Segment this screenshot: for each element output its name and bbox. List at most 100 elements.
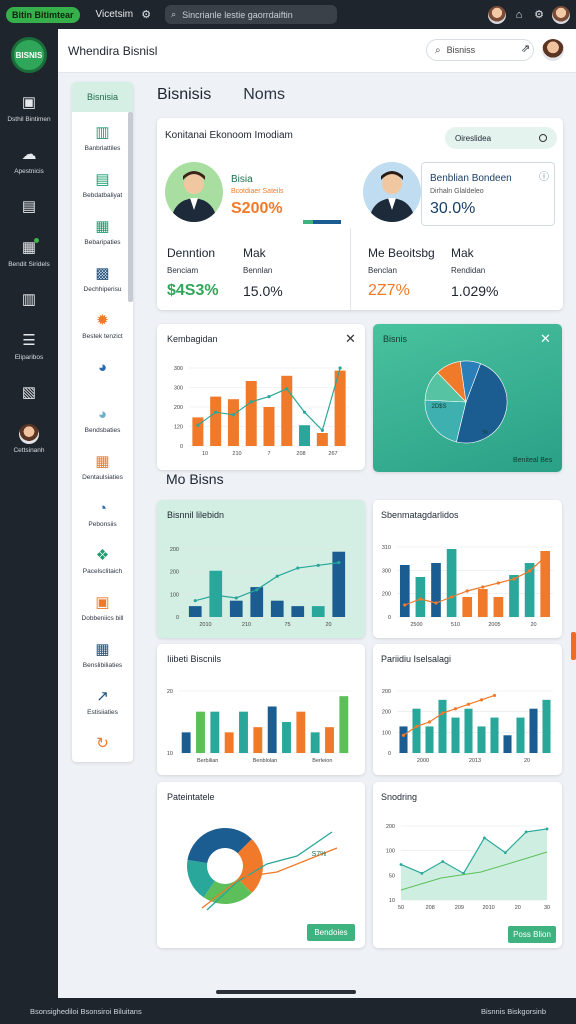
x-tick-label: 2000 xyxy=(417,758,429,764)
topbar-avatar[interactable] xyxy=(488,5,506,24)
person-name-left: Bisia xyxy=(231,174,253,185)
chart-card-pateintatele: Pateintatele S7% Bendoies xyxy=(157,782,365,948)
sidebar-item-folder[interactable]: ▤ xyxy=(0,197,58,216)
bar xyxy=(245,381,257,446)
kpi-toggle[interactable]: Oireslidea xyxy=(445,127,557,149)
iiibeti-chart: 20 10 Berbilian Benblolan Berleion xyxy=(167,689,351,764)
subnav-item-2[interactable]: ▦ Bebaripaties xyxy=(72,206,133,253)
subnav-item-12[interactable]: ↗ Estisiiaties xyxy=(72,676,133,723)
refresh-icon: ↻ xyxy=(96,735,109,752)
subnav-item-label: Pebonsiis xyxy=(88,521,117,528)
trend-icon: ↗ xyxy=(96,688,109,705)
radio-icon xyxy=(539,134,547,142)
poss-blion-button[interactable]: Poss Blion xyxy=(508,926,556,943)
info-icon[interactable]: ⓘ xyxy=(539,168,549,183)
x-tick-label: 50 xyxy=(398,905,404,911)
bar xyxy=(227,399,239,446)
line-point xyxy=(275,574,279,578)
snodring-chart: 200100501050 208 209 2010 20 30 xyxy=(386,824,550,911)
subnav-item-0[interactable]: ▥ Banbrlattiles xyxy=(72,112,133,159)
subnav-scrollbar[interactable] xyxy=(128,112,133,302)
sidebar-item-chat[interactable]: ☰ Eliparibos xyxy=(0,331,58,361)
sidebar-item-label: Cettsinanh xyxy=(13,447,45,454)
line-point xyxy=(434,601,438,605)
y-tick-label: 0 xyxy=(180,444,183,450)
header-search[interactable]: ⌕ Bisniss xyxy=(426,39,534,61)
briefcase-icon: ▣ xyxy=(95,594,110,611)
bar xyxy=(399,565,410,617)
area-point xyxy=(503,851,507,855)
pie-label: % xyxy=(482,430,488,436)
subnav-item-label: Dechhiperisu xyxy=(83,286,122,293)
app-name-pill[interactable]: Bitin Bitimtear xyxy=(6,6,80,23)
settings-icon[interactable]: ⚙ xyxy=(532,8,546,21)
subnav-item-5[interactable]: ◕ xyxy=(72,347,133,394)
topbar-search[interactable]: ⌕ Sincrianle lestie gaorrdaiftin xyxy=(165,5,338,24)
subnav-item-4[interactable]: ✹ Bestek tenzict xyxy=(72,300,133,347)
footer-right-text: Bisnnis Biskgorsinb xyxy=(480,1006,546,1016)
bar xyxy=(267,706,277,753)
bar xyxy=(181,732,191,753)
y-tick-label: 300 xyxy=(174,366,183,372)
document-icon: ▦ xyxy=(21,239,37,256)
line-point xyxy=(479,698,484,702)
line-point xyxy=(249,400,253,404)
horizontal-scrollbar[interactable] xyxy=(216,990,356,994)
sidebar-item-user[interactable]: Cettsinanh xyxy=(0,424,58,454)
tab-noms[interactable]: Noms xyxy=(243,86,285,104)
subnav-item-8[interactable]: ◔ Pebonsiis xyxy=(72,488,133,535)
bar xyxy=(291,606,305,617)
x-tick-label: 2013 xyxy=(469,758,481,764)
chart-annotation: S7% xyxy=(312,851,327,858)
x-tick-label: 20 xyxy=(524,758,530,764)
subnav-item-label: Benslibiliaties xyxy=(82,662,123,669)
home-icon[interactable]: ⌂ xyxy=(512,9,526,21)
bisnis-pie-chart: 2D$S% xyxy=(424,360,508,444)
line-point xyxy=(234,596,238,600)
subnav-item-3[interactable]: ▩ Dechhiperisu xyxy=(72,253,133,300)
bar xyxy=(310,732,320,753)
app-logo[interactable]: BISNIS xyxy=(11,37,47,73)
sidebar-item-cloud[interactable]: ☁ Apestnicis xyxy=(0,145,58,175)
subnav-item-10[interactable]: ▣ Dobbeniics bill xyxy=(72,582,133,629)
subnav-item-9[interactable]: ❖ Pacelsclitaich xyxy=(72,535,133,582)
sidebar-item-documents[interactable]: ▦ Bendit Siridels xyxy=(0,238,58,268)
header-avatar[interactable] xyxy=(542,39,564,61)
tab-bisnisis[interactable]: Bisnisis xyxy=(157,86,211,104)
bendoies-button[interactable]: Bendoies xyxy=(307,924,355,941)
line-point xyxy=(403,603,407,607)
subnav-item-7[interactable]: ▦ Dentaulsiaties xyxy=(72,441,133,488)
bar xyxy=(516,717,525,753)
bar xyxy=(477,589,488,617)
y-tick-label: 200 xyxy=(382,710,391,716)
sidebar-item-dashboard[interactable]: ▣ Dsthil Bintimen xyxy=(0,93,58,123)
x-tick-label: 210 xyxy=(242,622,251,628)
grid-icon: ▥ xyxy=(21,291,37,308)
sidebar-item-grid[interactable]: ▥ xyxy=(0,290,58,309)
line-point xyxy=(255,588,259,592)
line-point xyxy=(296,566,300,570)
chart-card-sbenmat: Sbenmatagdarlidos 310 300 200 0 2500 510 2005 2… xyxy=(373,500,562,638)
line-point xyxy=(427,720,432,724)
x-tick-label: 2010 xyxy=(199,622,211,628)
tools-icon[interactable]: ⚙ xyxy=(139,8,153,21)
kpi-card-title: Konitanai Ekonoom Imodiam xyxy=(165,130,293,141)
sidebar-item-label: Bendit Siridels xyxy=(8,261,50,268)
bisnnil-chart: 200 200 100 0 2010 210 75 20 xyxy=(170,547,349,628)
bar xyxy=(339,696,349,753)
side-indicator[interactable] xyxy=(571,632,576,660)
subnav-item-1[interactable]: ▤ Bebdatbaliyat xyxy=(72,159,133,206)
y-tick-label: 10 xyxy=(389,898,395,904)
subnav-header[interactable]: Bisnisia xyxy=(72,82,133,112)
topbar-label[interactable]: Vicetsim xyxy=(96,9,134,20)
subnav-item-6[interactable]: ◕ Bendsbaties xyxy=(72,394,133,441)
sidebar-item-report[interactable]: ▧ xyxy=(0,383,58,402)
subnav-item-13[interactable]: ↻ xyxy=(72,723,133,753)
share-icon[interactable]: ⇗ xyxy=(521,42,530,55)
line-point xyxy=(316,563,320,567)
kembagidan-chart: 300 300 200 120 0 10 210 7 208 267 xyxy=(174,366,349,457)
user-avatar[interactable] xyxy=(552,5,570,24)
subnav-item-11[interactable]: ▦ Benslibiliaties xyxy=(72,629,133,676)
notification-badge xyxy=(34,238,39,243)
person-avatar-left xyxy=(165,162,223,222)
